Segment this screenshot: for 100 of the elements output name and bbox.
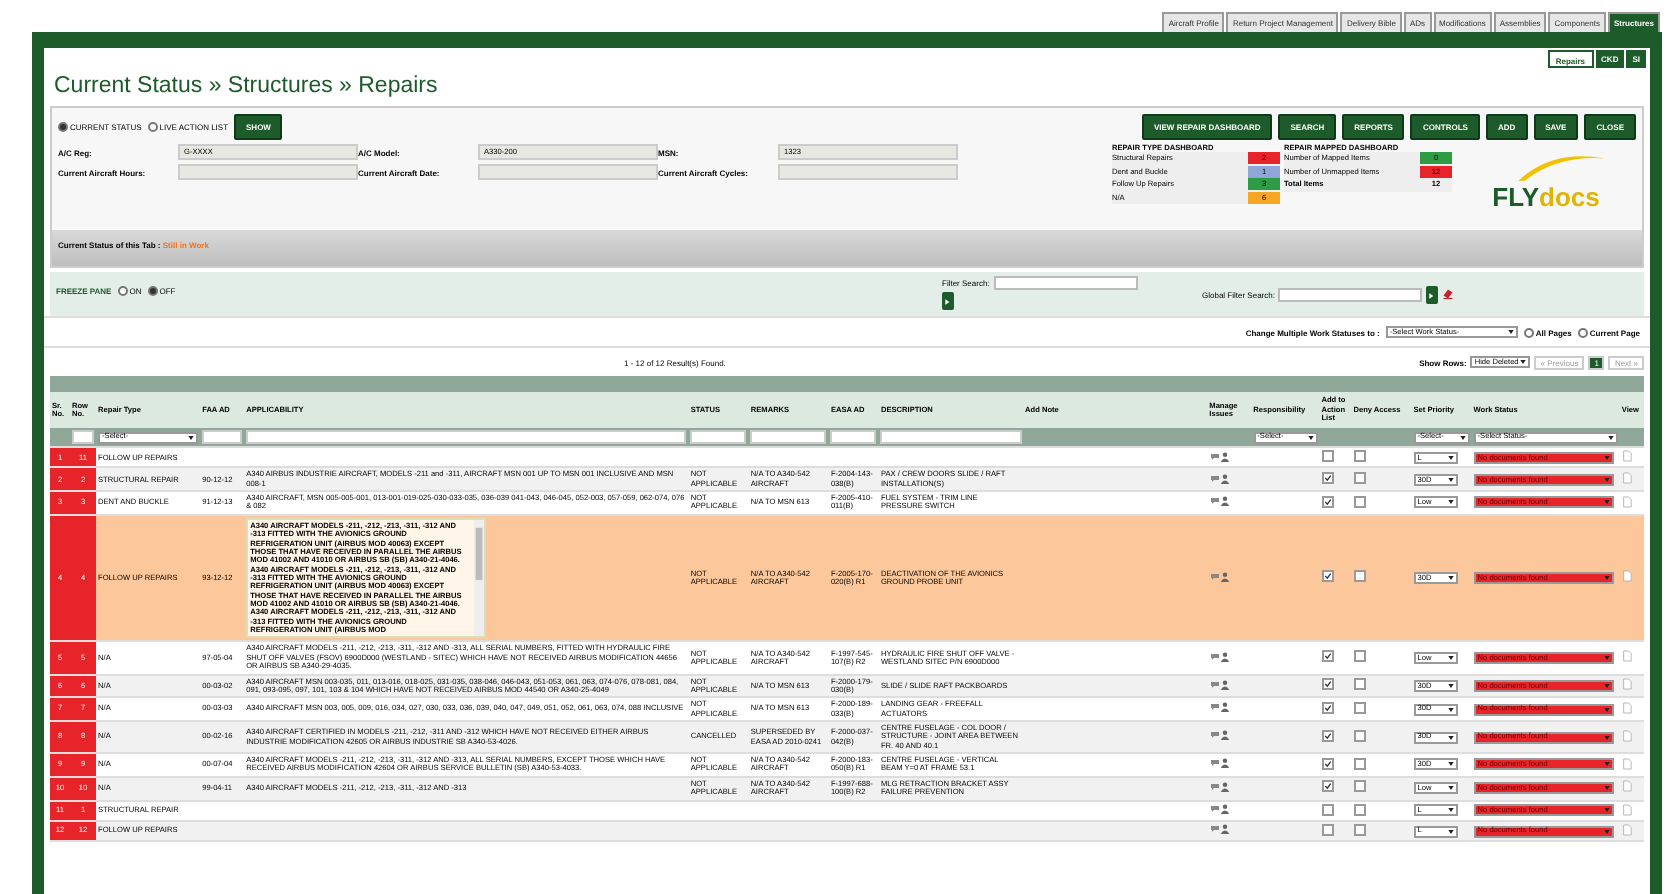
person-icon[interactable] [1220,571,1231,582]
caret-icon [1603,762,1610,767]
input-field[interactable] [178,164,358,180]
person-icon[interactable] [1220,651,1231,662]
caret-icon [1603,808,1610,813]
checkbox[interactable] [1321,823,1334,836]
search-button[interactable] [1426,286,1439,304]
checkbox[interactable] [1353,803,1366,815]
filter-field[interactable] [690,430,747,444]
table-row[interactable] [50,697,1644,721]
checkbox[interactable] [1353,678,1366,691]
person-icon[interactable] [1220,804,1231,814]
checkbox[interactable] [1353,570,1366,583]
filter-field[interactable] [246,430,687,444]
caret-icon [1603,500,1610,505]
input-field[interactable] [478,164,658,180]
table-row[interactable] [50,753,1644,777]
checkbox[interactable] [1321,472,1334,485]
checkbox[interactable] [1321,650,1334,663]
table-row[interactable] [50,641,1644,675]
person-icon[interactable] [1220,824,1231,835]
checkbox[interactable] [1353,472,1366,485]
document-icon[interactable] [1621,729,1632,742]
caret-icon [1447,735,1454,740]
caret-icon [1603,683,1610,688]
checkbox[interactable] [1321,803,1334,815]
checkbox[interactable] [1321,570,1334,583]
checkbox[interactable] [1353,701,1366,714]
caret-icon [1447,500,1454,505]
checkbox[interactable] [1321,450,1334,462]
caret-icon [1603,735,1610,740]
caret-icon [1603,829,1610,834]
eraser-icon[interactable] [1442,288,1455,300]
person-icon[interactable] [1220,679,1231,690]
checkbox[interactable] [1321,757,1334,770]
table-row[interactable] [50,720,1644,754]
document-icon[interactable] [1621,570,1632,583]
caret-icon [1447,576,1454,581]
filter-field[interactable] [750,430,827,444]
caret-icon [1307,435,1314,439]
person-icon[interactable] [1220,781,1231,792]
person-icon[interactable] [1220,451,1231,461]
comment-icon[interactable] [1209,758,1220,769]
table-row[interactable] [50,674,1644,698]
caret-icon [1603,707,1610,712]
caret-icon [1447,829,1454,834]
checkbox[interactable] [1321,780,1334,793]
checkbox[interactable] [1353,450,1366,462]
table-row[interactable] [50,491,1644,515]
table-row[interactable] [50,514,1644,642]
person-icon[interactable] [1220,702,1231,713]
caret-icon [1603,656,1610,660]
comment-icon[interactable] [1209,679,1220,690]
checkbox[interactable] [1353,729,1366,742]
checkbox[interactable] [1353,757,1366,770]
comment-icon[interactable] [1209,496,1220,507]
caret-icon [1603,786,1610,791]
caret-icon [1459,435,1466,439]
caret-icon [1447,707,1454,712]
filter-search-field[interactable] [993,276,1138,290]
checkbox[interactable] [1321,495,1334,508]
comment-icon[interactable] [1209,651,1220,662]
checkbox[interactable] [1353,495,1366,508]
person-icon[interactable] [1220,496,1231,507]
filter-field[interactable] [830,430,877,444]
table-row[interactable] [50,776,1644,800]
scrollbar[interactable] [474,519,485,637]
comment-icon[interactable] [1209,473,1220,484]
caret-icon [1507,330,1514,334]
checkbox[interactable] [1353,780,1366,793]
person-icon[interactable] [1220,473,1231,484]
comment-icon[interactable] [1209,781,1220,792]
person-icon[interactable] [1220,730,1231,741]
caret-icon [1447,683,1454,688]
filter-field[interactable] [202,430,243,444]
checkbox[interactable] [1353,823,1366,836]
comment-icon[interactable] [1209,702,1220,713]
search-button[interactable] [942,292,954,310]
filter-field[interactable] [880,430,1022,444]
comment-icon[interactable] [1209,571,1220,582]
caret-icon [1603,477,1610,482]
checkbox[interactable] [1321,729,1334,742]
input-field[interactable] [778,164,958,180]
checkbox[interactable] [1321,678,1334,691]
comment-icon[interactable] [1209,451,1220,461]
comment-icon[interactable] [1209,730,1220,741]
caret-icon [1603,576,1610,581]
filter-field[interactable] [72,430,95,444]
person-icon[interactable] [1220,758,1231,769]
table-row[interactable] [50,467,1644,492]
caret-icon [1447,656,1454,660]
caret-icon [1447,477,1454,482]
checkbox[interactable] [1321,701,1334,714]
caret-icon [1447,455,1454,460]
checkbox[interactable] [1353,650,1366,663]
global-search-field[interactable] [1278,287,1423,301]
page-title: Current Status » Structures » Repairs [52,72,440,102]
document-icon[interactable] [1621,650,1632,663]
caret-icon [1607,435,1614,439]
caret-icon [1520,360,1527,364]
